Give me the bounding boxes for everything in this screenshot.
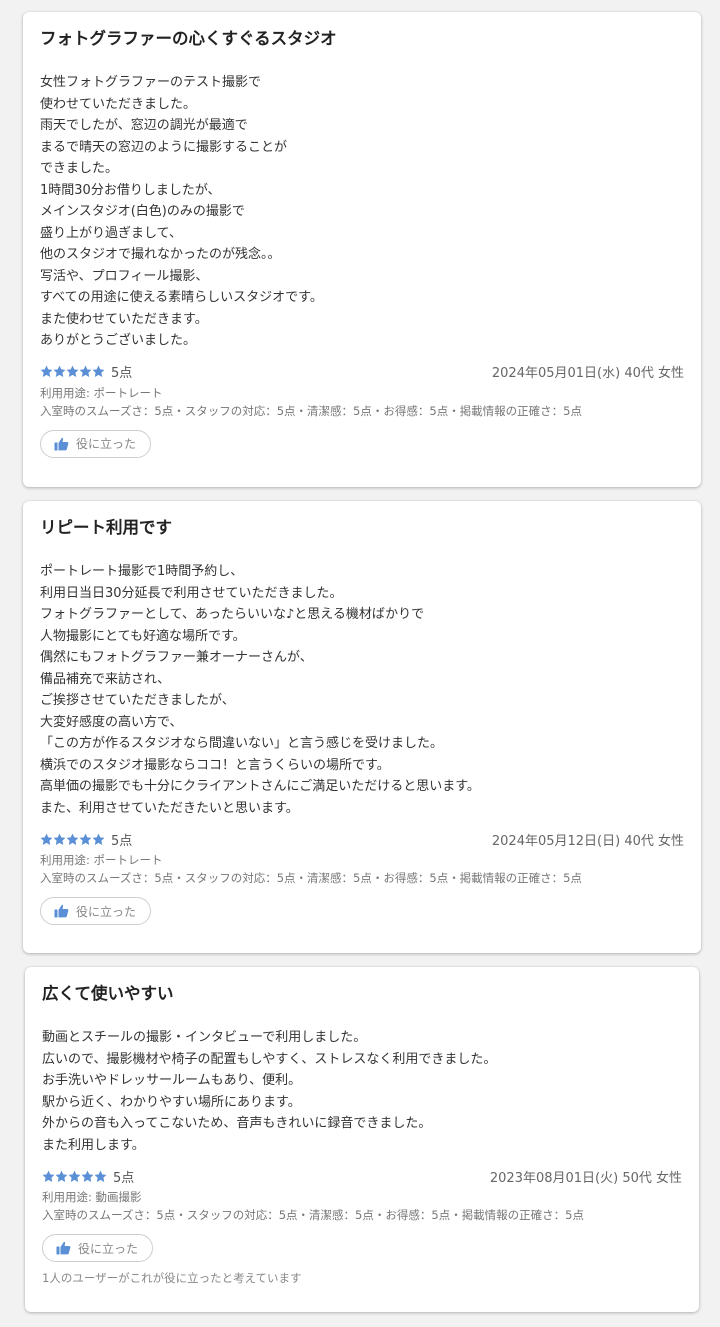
helpful-count: 1人のユーザーがこれが役に立ったと考えています [42, 1271, 302, 1285]
helpful-label: 役に立った [76, 904, 137, 919]
review-body: 動画とスチールの撮影・インタビューで利用しました。 広いので、撮影機材や椅子の配… [42, 1027, 682, 1156]
review-line: 1時間30分お借りしましたが、 [40, 182, 221, 198]
star-icon [53, 365, 66, 378]
rating-breakdown: 入室時のスムーズさ：5点・スタッフの対応：5点・清潔感：5点・お得感：5点・掲載… [40, 403, 583, 418]
review-line: すべての用途に使える素晴らしいスタジオです。 [40, 290, 323, 305]
review-title: リピート利用です [40, 518, 172, 537]
review-meta: 5点 2024年05月12日(日) 40代 女性 [40, 829, 684, 849]
helpful-button[interactable]: 役に立った [40, 897, 152, 925]
thumbs-up-icon [54, 904, 69, 918]
usage-purpose: 利用用途: 動画撮影 [42, 1190, 142, 1204]
star-icon [55, 1170, 68, 1183]
star-rating [40, 365, 105, 378]
rating: 5点 [40, 362, 132, 381]
review-title: 広くて使いやすい [42, 984, 174, 1003]
review-line: ありがとうございました。 [40, 333, 197, 348]
helpful-label: 役に立った [76, 437, 137, 451]
review-line: 写活や、プロフィール撮影、 [40, 268, 209, 284]
review-line: 「この方が作るスタジオなら間違いない」と言う感じを受けました。 [40, 736, 444, 751]
star-icon [66, 365, 79, 378]
review-line: ポートレート撮影で1時間予約し、 [40, 564, 244, 579]
review-line: 動画とスチールの撮影・インタビューで利用しました。 [42, 1030, 367, 1045]
usage-purpose: 利用用途: ポートレート [40, 853, 163, 867]
review-line: 女性フォトグラファーのテスト撮影で [40, 75, 262, 90]
review-line: 使わせていただきました。 [40, 96, 197, 112]
star-icon [53, 833, 66, 846]
rating: 5点 [42, 1167, 134, 1186]
rating-score: 5点 [111, 833, 133, 849]
star-icon [40, 833, 53, 846]
review-body: ポートレート撮影で1時間予約し、 利用日当日30分延長で利用させていただきました… [40, 561, 684, 819]
helpful-button[interactable]: 役に立った [42, 1234, 154, 1262]
review-line: 他のスタジオで撮れなかったのが残念。。 [40, 247, 281, 262]
review-line: また利用します。 [42, 1137, 145, 1153]
review-line: 盛り上がり過ぎまして、 [40, 225, 182, 241]
review-line: 広いので、撮影機材や椅子の配置もしやすく、ストレスなく利用できました。 [42, 1051, 497, 1067]
review-line: 大変好感度の高い方で、 [40, 714, 183, 730]
star-icon [42, 1170, 55, 1183]
thumbs-up-icon [56, 1241, 71, 1255]
star-icon [94, 1170, 107, 1183]
review-title: フォトグラファーの心くすぐるスタジオ [40, 29, 337, 48]
review-date-author: 2024年05月12日(日) 40代 女性 [491, 833, 684, 849]
star-icon [68, 1170, 81, 1183]
review-line: 偶然にもフォトグラファー兼オーナーさんが、 [40, 650, 313, 665]
rating-breakdown: 入室時のスムーズさ：5点・スタッフの対応：5点・清潔感：5点・お得感：5点・掲載… [40, 871, 583, 885]
review-line: 高単価の撮影でも十分にクライアントさんにご満足いただけると思います。 [40, 779, 480, 794]
review-line: まるで晴天の窓辺のように撮影することが [40, 139, 288, 155]
review-line: フォトグラファーとして、あったらいいな♪と思える機材ばかりで [40, 607, 425, 622]
star-rating [40, 833, 105, 846]
review-date-author: 2023年08月01日(火) 50代 女性 [489, 1170, 682, 1186]
star-icon [79, 833, 92, 846]
review-line: また使わせていただきます。 [40, 311, 208, 327]
review-meta: 5点 2024年05月01日(水) 40代 女性 [40, 362, 684, 382]
review-line: できました。 [40, 161, 119, 176]
helpful-label: 役に立った [78, 1241, 139, 1256]
rating-score: 5点 [113, 1170, 135, 1186]
review-line: 利用日当日30分延長で利用させていただきました。 [40, 585, 343, 601]
review-line: ご挨拶させていただきましたが、 [40, 693, 235, 708]
review-line: お手洗いやドレッサールームもあり、便利。 [42, 1073, 302, 1088]
star-rating [42, 1170, 107, 1183]
review-meta: 5点 2023年08月01日(火) 50代 女性 [42, 1166, 682, 1186]
star-icon [92, 365, 105, 378]
review-line: 横浜でのスタジオ撮影ならココ！と言うくらいの場所です。 [40, 757, 390, 773]
star-icon [79, 365, 92, 378]
review-card: 広くて使いやすい 動画とスチールの撮影・インタビューで利用しました。 広いので、… [25, 967, 699, 1312]
review-line: 雨天でしたが、窓辺の調光が最適で [40, 118, 248, 133]
review-line: また、利用させていただきたいと思います。 [40, 800, 299, 816]
review-card: リピート利用です ポートレート撮影で1時間予約し、 利用日当日30分延長で利用さ… [23, 501, 701, 953]
star-icon [40, 365, 53, 378]
helpful-button[interactable]: 役に立った [40, 429, 152, 458]
review-card: フォトグラファーの心くすぐるスタジオ 女性フォトグラファーのテスト撮影で 使わせ… [23, 12, 701, 487]
review-line: 人物撮影にとても好適な場所です。 [40, 628, 246, 644]
usage-purpose: 利用用途: ポートレート [40, 385, 163, 400]
review-line: 駅から近く、わかりやすい場所にあります。 [42, 1094, 301, 1110]
star-icon [92, 833, 105, 846]
star-icon [66, 833, 79, 846]
review-body: 女性フォトグラファーのテスト撮影で 使わせていただきました。 雨天でしたが、窓辺… [40, 72, 684, 352]
review-line: 外からの音も入ってこないため、音声もきれいに録音できました。 [42, 1116, 432, 1131]
star-icon [81, 1170, 94, 1183]
review-line: メインスタジオ(白色)のみの撮影で [40, 204, 245, 219]
review-line: 備品補充で来訪され、 [40, 671, 171, 687]
thumbs-up-icon [54, 437, 69, 451]
rating-score: 5点 [111, 366, 133, 381]
rating-breakdown: 入室時のスムーズさ：5点・スタッフの対応：5点・清潔感：5点・お得感：5点・掲載… [42, 1208, 585, 1222]
review-date-author: 2024年05月01日(水) 40代 女性 [491, 366, 684, 381]
rating: 5点 [40, 830, 132, 849]
